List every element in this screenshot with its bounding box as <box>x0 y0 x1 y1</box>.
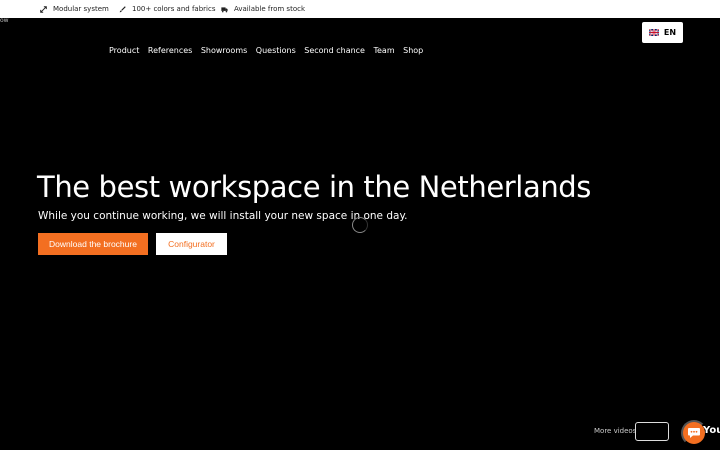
usp-bar: Modular system 100+ colors and fabrics A… <box>0 0 720 18</box>
download-brochure-button[interactable]: Download the brochure <box>38 233 148 255</box>
nav-item-references[interactable]: References <box>148 46 192 55</box>
youtube-label: YouT <box>703 425 720 436</box>
usp-item-stock: Available from stock <box>221 5 305 13</box>
truncated-text: ow <box>0 17 9 24</box>
loading-spinner-icon <box>352 217 368 233</box>
usp-item-modular: Modular system <box>40 5 119 13</box>
main-nav: Product References Showrooms Questions S… <box>109 46 432 55</box>
hero-title: The best workspace in the Netherlands <box>37 170 592 204</box>
nav-item-team[interactable]: Team <box>373 46 394 55</box>
more-videos-link[interactable]: More videos <box>594 427 636 435</box>
expand-arrows-icon <box>40 5 47 13</box>
nav-item-questions[interactable]: Questions <box>256 46 296 55</box>
nav-item-shop[interactable]: Shop <box>403 46 423 55</box>
chat-bubble-icon <box>688 428 700 438</box>
usp-label: Modular system <box>53 5 109 13</box>
configurator-button[interactable]: Configurator <box>156 233 227 255</box>
language-code: EN <box>663 28 677 37</box>
nav-item-second-chance[interactable]: Second chance <box>304 46 365 55</box>
more-videos-button[interactable] <box>635 422 669 441</box>
brush-icon <box>119 5 126 12</box>
nav-item-showrooms[interactable]: Showrooms <box>201 46 247 55</box>
language-selector[interactable]: EN <box>642 22 683 43</box>
usp-label: 100+ colors and fabrics <box>132 5 216 13</box>
usp-label: Available from stock <box>234 5 306 13</box>
uk-flag-icon <box>648 29 659 36</box>
truck-icon <box>221 6 228 12</box>
nav-item-product[interactable]: Product <box>109 46 139 55</box>
usp-item-colors: 100+ colors and fabrics <box>119 5 221 13</box>
